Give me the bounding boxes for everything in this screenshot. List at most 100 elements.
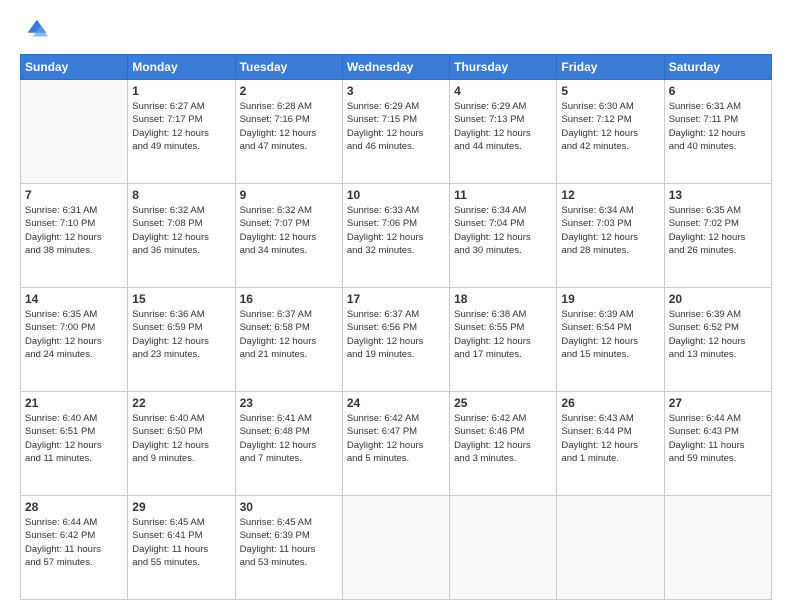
calendar-cell bbox=[450, 496, 557, 600]
calendar-cell: 15 Sunrise: 6:36 AM Sunset: 6:59 PM Dayli… bbox=[128, 288, 235, 392]
calendar-cell: 21 Sunrise: 6:40 AM Sunset: 6:51 PM Dayli… bbox=[21, 392, 128, 496]
day-number: 27 bbox=[669, 396, 767, 410]
day-number: 18 bbox=[454, 292, 552, 306]
day-number: 3 bbox=[347, 84, 445, 98]
calendar-week-row: 7 Sunrise: 6:31 AM Sunset: 7:10 PM Daylig… bbox=[21, 184, 772, 288]
day-info: Sunrise: 6:27 AM Sunset: 7:17 PM Dayligh… bbox=[132, 100, 230, 153]
day-info: Sunrise: 6:29 AM Sunset: 7:13 PM Dayligh… bbox=[454, 100, 552, 153]
day-number: 28 bbox=[25, 500, 123, 514]
day-number: 19 bbox=[561, 292, 659, 306]
calendar-cell: 22Sunrise: 6:40 AM Sunset: 6:50 PM Dayli… bbox=[128, 392, 235, 496]
day-number: 24 bbox=[347, 396, 445, 410]
calendar-cell bbox=[21, 80, 128, 184]
calendar-week-row: 28 Sunrise: 6:44 AM Sunset: 6:42 PM Dayli… bbox=[21, 496, 772, 600]
calendar-cell: 2 Sunrise: 6:28 AM Sunset: 7:16 PM Daylig… bbox=[235, 80, 342, 184]
calendar-cell: 1 Sunrise: 6:27 AM Sunset: 7:17 PM Daylig… bbox=[128, 80, 235, 184]
header bbox=[20, 16, 772, 44]
day-info: Sunrise: 6:45 AM Sunset: 6:39 PM Dayligh… bbox=[240, 516, 338, 569]
calendar-cell: 23 Sunrise: 6:41 AM Sunset: 6:48 PM Dayli… bbox=[235, 392, 342, 496]
day-number: 12 bbox=[561, 188, 659, 202]
day-info: Sunrise: 6:33 AM Sunset: 7:06 PM Dayligh… bbox=[347, 204, 445, 257]
calendar-cell: 8 Sunrise: 6:32 AM Sunset: 7:08 PM Daylig… bbox=[128, 184, 235, 288]
calendar-cell: 18 Sunrise: 6:38 AM Sunset: 6:55 PM Dayli… bbox=[450, 288, 557, 392]
calendar-table: SundayMondayTuesdayWednesdayThursdayFrid… bbox=[20, 54, 772, 600]
day-number: 13 bbox=[669, 188, 767, 202]
calendar-cell: 13Sunrise: 6:35 AM Sunset: 7:02 PM Dayli… bbox=[664, 184, 771, 288]
weekday-header-wednesday: Wednesday bbox=[342, 55, 449, 80]
weekday-header-row: SundayMondayTuesdayWednesdayThursdayFrid… bbox=[21, 55, 772, 80]
calendar-cell: 4 Sunrise: 6:29 AM Sunset: 7:13 PM Daylig… bbox=[450, 80, 557, 184]
calendar-cell: 20 Sunrise: 6:39 AM Sunset: 6:52 PM Dayli… bbox=[664, 288, 771, 392]
weekday-header-saturday: Saturday bbox=[664, 55, 771, 80]
day-number: 29 bbox=[132, 500, 230, 514]
day-info: Sunrise: 6:39 AM Sunset: 6:54 PM Dayligh… bbox=[561, 308, 659, 361]
calendar-cell: 6Sunrise: 6:31 AM Sunset: 7:11 PM Daylig… bbox=[664, 80, 771, 184]
weekday-header-monday: Monday bbox=[128, 55, 235, 80]
calendar-cell: 24Sunrise: 6:42 AM Sunset: 6:47 PM Dayli… bbox=[342, 392, 449, 496]
calendar-week-row: 14Sunrise: 6:35 AM Sunset: 7:00 PM Dayli… bbox=[21, 288, 772, 392]
day-number: 1 bbox=[132, 84, 230, 98]
day-info: Sunrise: 6:30 AM Sunset: 7:12 PM Dayligh… bbox=[561, 100, 659, 153]
calendar-cell bbox=[342, 496, 449, 600]
day-info: Sunrise: 6:44 AM Sunset: 6:43 PM Dayligh… bbox=[669, 412, 767, 465]
day-number: 14 bbox=[25, 292, 123, 306]
day-number: 9 bbox=[240, 188, 338, 202]
day-number: 30 bbox=[240, 500, 338, 514]
logo bbox=[20, 16, 52, 44]
day-number: 7 bbox=[25, 188, 123, 202]
calendar-cell: 30 Sunrise: 6:45 AM Sunset: 6:39 PM Dayli… bbox=[235, 496, 342, 600]
day-info: Sunrise: 6:44 AM Sunset: 6:42 PM Dayligh… bbox=[25, 516, 123, 569]
day-number: 20 bbox=[669, 292, 767, 306]
day-number: 5 bbox=[561, 84, 659, 98]
calendar-cell: 26Sunrise: 6:43 AM Sunset: 6:44 PM Dayli… bbox=[557, 392, 664, 496]
calendar-cell: 12 Sunrise: 6:34 AM Sunset: 7:03 PM Dayli… bbox=[557, 184, 664, 288]
day-info: Sunrise: 6:41 AM Sunset: 6:48 PM Dayligh… bbox=[240, 412, 338, 465]
day-info: Sunrise: 6:40 AM Sunset: 6:51 PM Dayligh… bbox=[25, 412, 123, 465]
day-number: 15 bbox=[132, 292, 230, 306]
day-info: Sunrise: 6:45 AM Sunset: 6:41 PM Dayligh… bbox=[132, 516, 230, 569]
day-info: Sunrise: 6:29 AM Sunset: 7:15 PM Dayligh… bbox=[347, 100, 445, 153]
calendar-cell: 25Sunrise: 6:42 AM Sunset: 6:46 PM Dayli… bbox=[450, 392, 557, 496]
logo-icon bbox=[20, 16, 48, 44]
day-number: 11 bbox=[454, 188, 552, 202]
day-info: Sunrise: 6:40 AM Sunset: 6:50 PM Dayligh… bbox=[132, 412, 230, 465]
calendar-cell: 5 Sunrise: 6:30 AM Sunset: 7:12 PM Daylig… bbox=[557, 80, 664, 184]
weekday-header-thursday: Thursday bbox=[450, 55, 557, 80]
weekday-header-tuesday: Tuesday bbox=[235, 55, 342, 80]
day-info: Sunrise: 6:31 AM Sunset: 7:11 PM Dayligh… bbox=[669, 100, 767, 153]
calendar-cell: 16Sunrise: 6:37 AM Sunset: 6:58 PM Dayli… bbox=[235, 288, 342, 392]
calendar-cell bbox=[664, 496, 771, 600]
calendar-cell: 7 Sunrise: 6:31 AM Sunset: 7:10 PM Daylig… bbox=[21, 184, 128, 288]
day-info: Sunrise: 6:34 AM Sunset: 7:04 PM Dayligh… bbox=[454, 204, 552, 257]
day-number: 2 bbox=[240, 84, 338, 98]
day-info: Sunrise: 6:32 AM Sunset: 7:08 PM Dayligh… bbox=[132, 204, 230, 257]
calendar-cell bbox=[557, 496, 664, 600]
calendar-cell: 19 Sunrise: 6:39 AM Sunset: 6:54 PM Dayli… bbox=[557, 288, 664, 392]
day-number: 16 bbox=[240, 292, 338, 306]
day-number: 8 bbox=[132, 188, 230, 202]
calendar-cell: 17Sunrise: 6:37 AM Sunset: 6:56 PM Dayli… bbox=[342, 288, 449, 392]
calendar-cell: 27 Sunrise: 6:44 AM Sunset: 6:43 PM Dayli… bbox=[664, 392, 771, 496]
calendar-cell: 28 Sunrise: 6:44 AM Sunset: 6:42 PM Dayli… bbox=[21, 496, 128, 600]
calendar-cell: 29 Sunrise: 6:45 AM Sunset: 6:41 PM Dayli… bbox=[128, 496, 235, 600]
day-info: Sunrise: 6:36 AM Sunset: 6:59 PM Dayligh… bbox=[132, 308, 230, 361]
day-info: Sunrise: 6:39 AM Sunset: 6:52 PM Dayligh… bbox=[669, 308, 767, 361]
day-number: 10 bbox=[347, 188, 445, 202]
day-info: Sunrise: 6:34 AM Sunset: 7:03 PM Dayligh… bbox=[561, 204, 659, 257]
day-number: 21 bbox=[25, 396, 123, 410]
calendar-week-row: 21 Sunrise: 6:40 AM Sunset: 6:51 PM Dayli… bbox=[21, 392, 772, 496]
day-info: Sunrise: 6:38 AM Sunset: 6:55 PM Dayligh… bbox=[454, 308, 552, 361]
day-number: 4 bbox=[454, 84, 552, 98]
day-info: Sunrise: 6:37 AM Sunset: 6:56 PM Dayligh… bbox=[347, 308, 445, 361]
calendar-cell: 11 Sunrise: 6:34 AM Sunset: 7:04 PM Dayli… bbox=[450, 184, 557, 288]
weekday-header-sunday: Sunday bbox=[21, 55, 128, 80]
day-info: Sunrise: 6:28 AM Sunset: 7:16 PM Dayligh… bbox=[240, 100, 338, 153]
day-number: 23 bbox=[240, 396, 338, 410]
calendar-cell: 10 Sunrise: 6:33 AM Sunset: 7:06 PM Dayli… bbox=[342, 184, 449, 288]
day-info: Sunrise: 6:42 AM Sunset: 6:46 PM Dayligh… bbox=[454, 412, 552, 465]
page: SundayMondayTuesdayWednesdayThursdayFrid… bbox=[0, 0, 792, 612]
calendar-week-row: 1 Sunrise: 6:27 AM Sunset: 7:17 PM Daylig… bbox=[21, 80, 772, 184]
day-number: 26 bbox=[561, 396, 659, 410]
weekday-header-friday: Friday bbox=[557, 55, 664, 80]
day-info: Sunrise: 6:31 AM Sunset: 7:10 PM Dayligh… bbox=[25, 204, 123, 257]
